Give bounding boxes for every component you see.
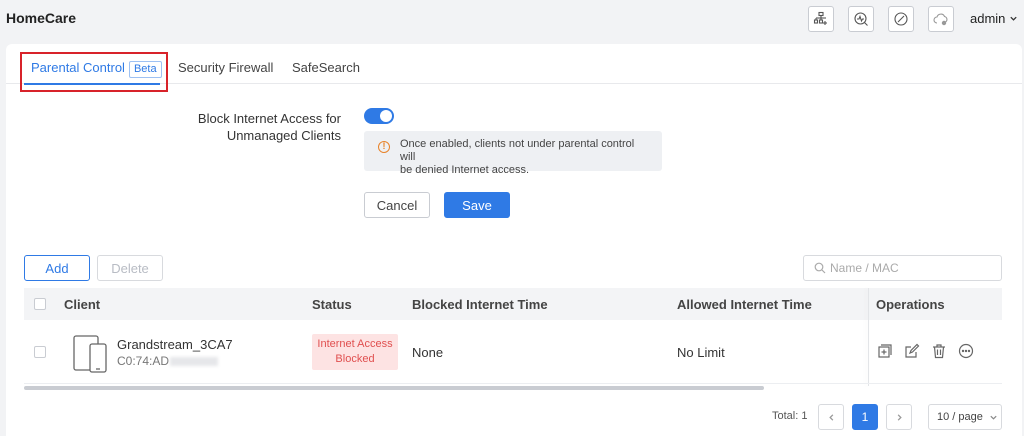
delete-button[interactable]: Delete bbox=[97, 255, 163, 281]
tab-safesearch[interactable]: SafeSearch bbox=[292, 60, 360, 75]
select-all-checkbox[interactable] bbox=[34, 298, 46, 310]
chevron-down-icon bbox=[990, 415, 997, 420]
chevron-left-icon bbox=[828, 413, 833, 421]
user-menu[interactable]: admin bbox=[970, 11, 1018, 26]
tablet-phone-icon bbox=[73, 335, 107, 373]
trash-icon bbox=[933, 344, 945, 359]
compass-button[interactable] bbox=[888, 6, 914, 32]
table-header: Client Status Blocked Internet Time Allo… bbox=[24, 288, 1002, 386]
redacted-mac bbox=[170, 357, 219, 367]
column-status: Status bbox=[312, 297, 352, 312]
allowed-time-cell: No Limit bbox=[677, 345, 725, 360]
next-page-button[interactable] bbox=[886, 404, 912, 430]
column-allowed-time: Allowed Internet Time bbox=[677, 297, 812, 312]
blocked-time-cell: None bbox=[412, 345, 444, 360]
info-notice: ! Once enabled, clients not under parent… bbox=[364, 131, 662, 176]
cloud-settings-button[interactable] bbox=[928, 6, 954, 32]
app-title: HomeCare bbox=[6, 10, 77, 26]
save-button[interactable]: Save bbox=[444, 192, 510, 218]
delete-row-button[interactable] bbox=[931, 343, 947, 359]
compass-icon bbox=[894, 12, 908, 26]
page-number-button[interactable]: 1 bbox=[852, 404, 878, 430]
edit-button[interactable] bbox=[904, 343, 920, 359]
chevron-right-icon bbox=[897, 413, 902, 421]
add-rule-button[interactable] bbox=[877, 343, 893, 359]
cancel-button[interactable]: Cancel bbox=[364, 192, 430, 218]
column-blocked-time: Blocked Internet Time bbox=[412, 297, 548, 312]
user-name: admin bbox=[970, 11, 1006, 26]
client-name: Grandstream_3CA7 bbox=[117, 337, 233, 352]
horizontal-scrollbar[interactable] bbox=[24, 386, 764, 390]
add-rule-icon bbox=[878, 344, 892, 358]
row-checkbox[interactable] bbox=[34, 346, 46, 358]
chevron-down-icon bbox=[1010, 16, 1018, 21]
prev-page-button[interactable] bbox=[818, 404, 844, 430]
status-badge: Internet Access Blocked bbox=[312, 334, 398, 370]
column-operations: Operations bbox=[876, 297, 945, 312]
block-unmanaged-label: Block Internet Access for Unmanaged Clie… bbox=[197, 111, 341, 143]
warning-icon: ! bbox=[378, 141, 390, 153]
block-unmanaged-toggle[interactable] bbox=[364, 108, 394, 124]
client-mac: C0:74:AD bbox=[117, 354, 219, 368]
cloud-settings-icon bbox=[933, 13, 948, 26]
more-icon bbox=[958, 343, 974, 359]
tab-security-firewall[interactable]: Security Firewall bbox=[178, 60, 273, 75]
edit-icon bbox=[905, 343, 920, 358]
total-count: Total: 1 bbox=[772, 410, 808, 422]
highlight-box bbox=[20, 52, 168, 92]
search-input[interactable] bbox=[830, 261, 990, 275]
column-client: Client bbox=[64, 297, 101, 312]
search-box[interactable] bbox=[803, 255, 1002, 281]
network-topology-button[interactable] bbox=[808, 6, 834, 32]
toggle-knob bbox=[380, 110, 392, 122]
add-button[interactable]: Add bbox=[24, 255, 90, 281]
diagnostics-button[interactable] bbox=[848, 6, 874, 32]
table-row: Grandstream_3CA7 C0:74:AD Internet Acces… bbox=[24, 320, 1002, 384]
top-bar: HomeCare admin bbox=[0, 0, 1024, 42]
main-card: Parental Control Beta Security Firewall S… bbox=[6, 44, 1022, 436]
page-size-select[interactable]: 10 / page bbox=[928, 404, 1002, 430]
more-options-button[interactable] bbox=[958, 343, 974, 359]
network-topology-icon bbox=[813, 11, 827, 25]
diagnostics-icon bbox=[854, 12, 868, 26]
search-icon bbox=[814, 262, 826, 274]
